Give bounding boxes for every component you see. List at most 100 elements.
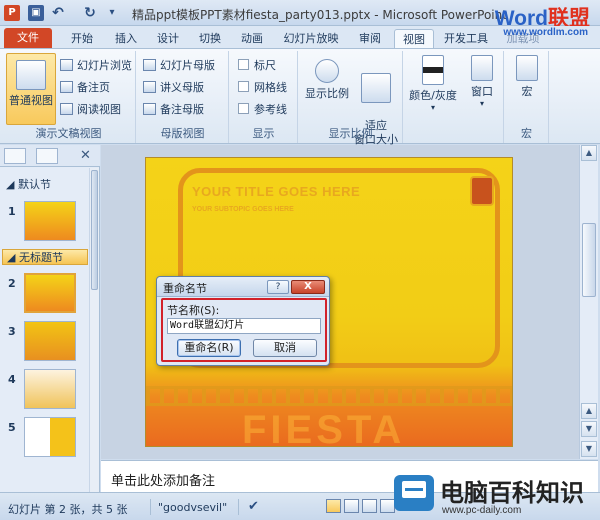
slide-counter: 幻灯片 第 2 张，共 5 张 <box>8 503 128 516</box>
theme-name: "goodvsevil" <box>158 501 228 514</box>
slide-thumbnail[interactable]: 3 <box>4 321 90 365</box>
guides-checkbox[interactable]: 参考线 <box>238 101 287 119</box>
gridlines-checkbox[interactable]: 网格线 <box>238 79 287 97</box>
group-color-window: 颜色/灰度 ▾ 窗口 ▾ <box>404 51 504 143</box>
slide-thumbnail[interactable]: 5 <box>4 417 90 461</box>
section-name-input[interactable]: Word联盟幻灯片 <box>167 318 321 334</box>
group-show: 标尺 网格线 参考线 显示 <box>230 51 298 143</box>
tab-animations[interactable]: 动画 <box>232 29 272 48</box>
brand-url: www.wordlm.com <box>503 27 588 38</box>
gridlines-check-icon <box>238 81 249 92</box>
scroll-up-icon[interactable]: ▲ <box>581 145 597 161</box>
slide-sorter-button[interactable]: 幻灯片浏览 <box>60 57 132 75</box>
zoom-button[interactable]: 显示比例 <box>303 55 351 101</box>
vertical-scrollbar[interactable]: ▲ ▲ ▼ ▼ <box>579 145 598 459</box>
macros-button[interactable]: 宏 <box>509 55 545 99</box>
monitor-logo-icon <box>394 475 434 511</box>
logo-title: 电脑百科知识 <box>440 479 584 507</box>
group-label: 显示比例 <box>328 127 373 140</box>
outline-tab[interactable] <box>36 148 58 164</box>
group-label: 显示 <box>252 127 275 140</box>
tab-view[interactable]: 视图 <box>394 29 434 48</box>
slide-subtitle[interactable]: YOUR SUBTOPIC GOES HERE <box>192 206 294 213</box>
close-icon[interactable]: ✕ <box>80 148 91 163</box>
group-macros: 宏 宏 <box>505 51 549 143</box>
redo-icon[interactable]: ↻ <box>82 5 98 21</box>
handout-master-icon <box>143 81 156 93</box>
section-default[interactable]: ◢ 默认节 <box>2 177 88 193</box>
tab-transitions[interactable]: 切换 <box>190 29 230 48</box>
tab-file[interactable]: 文件 <box>4 28 52 48</box>
tab-insert[interactable]: 插入 <box>106 29 146 48</box>
slide-watermark: FIESTA <box>242 408 406 447</box>
thumbnail-image <box>24 369 76 409</box>
thumbnail-image <box>24 201 76 241</box>
window-button[interactable]: 窗口 ▾ <box>464 55 500 108</box>
handout-master-button[interactable]: 讲义母版 <box>143 79 204 97</box>
scrollbar-thumb[interactable] <box>582 223 596 297</box>
tab-review[interactable]: 审阅 <box>350 29 390 48</box>
slide-sorter-status-icon[interactable] <box>344 499 359 513</box>
group-presentation-views: 普通视图 幻灯片浏览 备注页 阅读视图 演示文稿视图 <box>2 51 136 143</box>
group-label: 演示文稿视图 <box>35 127 102 140</box>
slide-sorter-icon <box>60 59 73 71</box>
tab-home[interactable]: 开始 <box>60 29 104 48</box>
normal-view-icon <box>16 60 46 90</box>
window-title: 精品ppt模板PPT素材fiesta_party013.pptx - Micro… <box>132 8 507 22</box>
status-bar: 幻灯片 第 2 张，共 5 张 "goodvsevil" ✔ 电脑百科知识 ww… <box>0 475 600 520</box>
thumbnail-image <box>24 273 76 313</box>
fit-window-icon <box>361 73 391 103</box>
dialog-title: 重命名节 <box>163 282 207 295</box>
notes-page-icon <box>60 81 73 93</box>
ruler-checkbox[interactable]: 标尺 <box>238 57 276 75</box>
dialog-title-bar[interactable]: 重命名节 ? X <box>157 277 329 297</box>
save-icon[interactable]: ▣ <box>28 5 44 21</box>
group-label: 母版视图 <box>160 127 205 140</box>
undo-icon[interactable]: ↶ <box>50 5 66 21</box>
reading-view-status-icon[interactable] <box>362 499 377 513</box>
collapse-triangle-icon: ◢ <box>6 178 18 191</box>
reading-view-button[interactable]: 阅读视图 <box>60 101 121 119</box>
status-separator <box>238 499 239 515</box>
slide-title[interactable]: YOUR TITLE GOES HERE <box>192 184 360 199</box>
section-name-label: 节名称(S): <box>167 304 220 317</box>
color-grayscale-button[interactable]: 颜色/灰度 ▾ <box>406 55 460 112</box>
title-bar: P ▣ ↶ ↻ ▾ 精品ppt模板PPT素材fiesta_party013.pp… <box>0 0 600 30</box>
slide-thumbnail[interactable]: 2 <box>4 273 90 317</box>
slide-thumbnail[interactable]: 1 <box>4 201 90 245</box>
slides-tab[interactable] <box>4 148 26 164</box>
ribbon: 普通视图 幻灯片浏览 备注页 阅读视图 演示文稿视图 幻灯片母版 讲义母版 备注… <box>0 48 600 146</box>
notes-placeholder[interactable]: 单击此处添加备注 <box>111 470 215 489</box>
scrollbar-thumb[interactable] <box>91 170 98 290</box>
quick-access-dropdown-icon[interactable]: ▾ <box>104 5 120 21</box>
normal-view-button[interactable]: 普通视图 <box>6 53 56 125</box>
tab-design[interactable]: 设计 <box>148 29 188 48</box>
slides-pane: ✕ ◢ 默认节 1 ◢ 无标题节 2 3 4 5 <box>0 145 100 492</box>
dialog-close-button[interactable]: X <box>291 280 325 294</box>
dropdown-arrow-icon: ▾ <box>430 103 435 112</box>
powerpoint-app-icon[interactable]: P <box>4 5 20 21</box>
slides-pane-header: ✕ <box>0 145 100 167</box>
rename-button[interactable]: 重命名(R) <box>177 339 241 357</box>
help-button[interactable]: ? <box>267 280 289 294</box>
rename-section-dialog: 重命名节 ? X 节名称(S): Word联盟幻灯片 重命名(R) 取消 <box>156 276 330 366</box>
decoration-icon <box>470 176 494 206</box>
slide-master-button[interactable]: 幻灯片母版 <box>143 57 215 75</box>
notes-page-button[interactable]: 备注页 <box>60 79 110 97</box>
spell-check-icon[interactable]: ✔ <box>248 499 259 514</box>
slide-master-icon <box>143 59 156 71</box>
thumbnail-image <box>24 417 76 457</box>
scroll-down-icon[interactable]: ▼ <box>581 441 597 457</box>
tab-slideshow[interactable]: 幻灯片放映 <box>276 29 346 48</box>
cancel-button[interactable]: 取消 <box>253 339 317 357</box>
previous-slide-icon[interactable]: ▲ <box>581 403 597 419</box>
slides-pane-scrollbar[interactable] <box>89 168 99 492</box>
tab-developer[interactable]: 开发工具 <box>438 29 494 48</box>
magnifier-icon <box>315 59 339 83</box>
notes-master-button[interactable]: 备注母版 <box>143 101 204 119</box>
next-slide-icon[interactable]: ▼ <box>581 421 597 437</box>
normal-view-status-icon[interactable] <box>326 499 341 513</box>
section-untitled[interactable]: ◢ 无标题节 <box>2 249 88 265</box>
thumbnail-image <box>24 321 76 361</box>
slide-thumbnail[interactable]: 4 <box>4 369 90 413</box>
